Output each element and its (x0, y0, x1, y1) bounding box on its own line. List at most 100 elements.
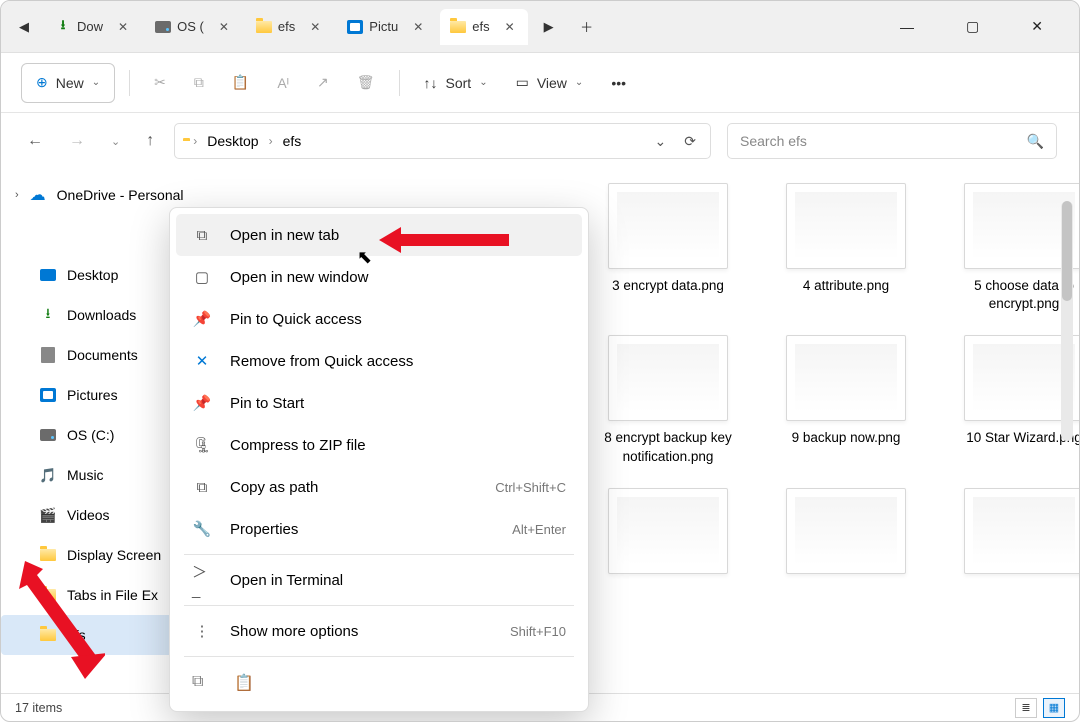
sidebar-item-documents[interactable]: Documents (1, 335, 183, 375)
tab-label: Dow (77, 19, 103, 34)
item-count: 17 items (15, 701, 62, 715)
scrollbar[interactable] (1061, 201, 1073, 441)
rename-button[interactable]: Aᴵ (267, 63, 299, 103)
ctx-show-more[interactable]: ⋮ Show more options Shift+F10 (176, 610, 582, 652)
scissors-icon: ✂ (154, 74, 166, 91)
thumbnails-view-toggle[interactable]: ▦ (1043, 698, 1065, 718)
delete-button[interactable]: 🗑 (347, 63, 385, 103)
up-button[interactable]: ↑ (142, 128, 158, 154)
file-item[interactable]: 8 encrypt backup key notification.png (593, 335, 743, 465)
tab-downloads[interactable]: ⭳ Dow ✕ (45, 9, 141, 45)
sidebar-item-label: Videos (67, 507, 110, 523)
ctx-remove-quick-access[interactable]: ✕ Remove from Quick access (176, 340, 582, 382)
close-icon[interactable]: ✕ (410, 17, 426, 37)
ctx-open-terminal[interactable]: ＞_ Open in Terminal (176, 559, 582, 601)
folder-icon (256, 19, 272, 35)
sidebar-item-pictures[interactable]: Pictures (1, 375, 183, 415)
clipboard-icon[interactable]: 📋 (234, 673, 254, 693)
sidebar-item-os-drive[interactable]: OS (C:) (1, 415, 183, 455)
cut-button[interactable]: ✂ (144, 63, 176, 103)
x-icon: ✕ (192, 351, 212, 371)
sidebar-item-label: Downloads (67, 307, 136, 323)
breadcrumb-dropdown[interactable]: ⌄ (655, 133, 667, 150)
paste-button[interactable]: 📋 (222, 63, 259, 103)
recent-dropdown[interactable]: ⌄ (107, 131, 124, 152)
tab-efs-1[interactable]: efs ✕ (246, 9, 333, 45)
file-item[interactable]: 10 Star Wizard.png (949, 335, 1079, 465)
tab-pictures[interactable]: Pictu ✕ (337, 9, 436, 45)
file-item[interactable]: 9 backup now.png (771, 335, 921, 465)
titlebar: ◀ ⭳ Dow ✕ OS ( ✕ efs ✕ Pictu ✕ efs ✕ ▶ ＋ (1, 1, 1079, 53)
file-item[interactable] (771, 488, 921, 574)
search-input[interactable]: Search efs 🔍 (727, 123, 1057, 159)
ctx-open-new-window[interactable]: ▢ Open in new window (176, 256, 582, 298)
cloud-icon: ☁ (29, 186, 47, 204)
new-label: New (56, 75, 84, 91)
sidebar-item-onedrive[interactable]: › ☁ OneDrive - Personal (1, 175, 183, 215)
tab-icon: ⧉ (192, 225, 212, 245)
chevron-down-icon: ⌄ (575, 77, 583, 88)
new-button[interactable]: ⊕ New ⌄ (21, 63, 115, 103)
sidebar-item-videos[interactable]: 🎬Videos (1, 495, 183, 535)
nav-arrows: ← → ⌄ ↑ (23, 128, 158, 154)
close-icon[interactable]: ✕ (115, 17, 131, 37)
ctx-compress-zip[interactable]: 🗜 Compress to ZIP file (176, 424, 582, 466)
close-icon[interactable]: ✕ (307, 17, 323, 37)
ctx-copy-path[interactable]: ⧉ Copy as path Ctrl+Shift+C (176, 466, 582, 508)
share-button[interactable]: ↗ (307, 63, 339, 103)
copy-icon[interactable]: ⧉ (192, 673, 212, 693)
drive-icon (39, 426, 57, 444)
minimize-button[interactable]: — (886, 13, 928, 41)
details-view-toggle[interactable]: ≣ (1015, 698, 1037, 718)
maximize-button[interactable]: ▢ (952, 12, 993, 41)
more-icon: ••• (611, 75, 626, 91)
copy-button[interactable]: ⧉ (184, 63, 214, 103)
new-tab-button[interactable]: ＋ (570, 10, 604, 44)
window-controls: — ▢ ✕ (870, 12, 1073, 41)
file-item[interactable]: 4 attribute.png (771, 183, 921, 313)
tab-efs-active[interactable]: efs ✕ (440, 9, 527, 45)
tab-os-drive[interactable]: OS ( ✕ (145, 9, 242, 45)
sidebar-item-music[interactable]: 🎵Music (1, 455, 183, 495)
desktop-icon (39, 266, 57, 284)
file-item[interactable] (949, 488, 1079, 574)
shortcut-label: Ctrl+Shift+C (495, 480, 566, 495)
breadcrumb-desktop[interactable]: Desktop (207, 133, 258, 149)
history-back-button[interactable]: ◀ (7, 10, 41, 44)
sidebar-item-label: OS (C:) (67, 427, 114, 443)
view-button[interactable]: ▭ View ⌄ (506, 63, 594, 103)
sidebar-item-label: Desktop (67, 267, 118, 283)
download-icon: ⭳ (39, 306, 57, 324)
chevron-right-icon: › (269, 134, 273, 148)
file-item[interactable]: 3 encrypt data.png (593, 183, 743, 313)
close-icon[interactable]: ✕ (216, 17, 232, 37)
ctx-properties[interactable]: 🔧 Properties Alt+Enter (176, 508, 582, 550)
refresh-button[interactable]: ⟳ (684, 133, 696, 150)
ctx-pin-quick-access[interactable]: 📌 Pin to Quick access (176, 298, 582, 340)
scrollbar-thumb[interactable] (1062, 201, 1072, 301)
back-button[interactable]: ← (23, 128, 47, 154)
sort-button[interactable]: ↑↓ Sort ⌄ (414, 63, 498, 103)
close-window-button[interactable]: ✕ (1017, 12, 1057, 41)
shortcut-label: Shift+F10 (510, 624, 566, 639)
ctx-label: Show more options (230, 623, 358, 640)
more-button[interactable]: ••• (601, 63, 636, 103)
breadcrumb[interactable]: › Desktop › efs ⌄ ⟳ (174, 123, 711, 159)
thumbnail (964, 488, 1079, 574)
sidebar-item-label: Music (67, 467, 104, 483)
forward-button[interactable]: → (65, 128, 89, 154)
breadcrumb-efs[interactable]: efs (283, 133, 302, 149)
thumbnail (608, 488, 728, 574)
history-forward-button[interactable]: ▶ (532, 10, 566, 44)
sidebar-item-downloads[interactable]: ⭳ Downloads (1, 295, 183, 335)
wrench-icon: 🔧 (192, 519, 212, 539)
drive-icon (155, 19, 171, 35)
ctx-label: Open in new window (230, 269, 368, 286)
sidebar-item-desktop[interactable]: Desktop (1, 255, 183, 295)
close-icon[interactable]: ✕ (502, 17, 518, 37)
file-item[interactable]: 5 choose data to encrypt.png (949, 183, 1079, 313)
toolbar: ⊕ New ⌄ ✂ ⧉ 📋 Aᴵ ↗ 🗑 ↑↓ Sort ⌄ ▭ View ⌄ … (1, 53, 1079, 113)
ctx-pin-start[interactable]: 📌 Pin to Start (176, 382, 582, 424)
search-icon: 🔍 (1027, 133, 1044, 150)
file-item[interactable] (593, 488, 743, 574)
